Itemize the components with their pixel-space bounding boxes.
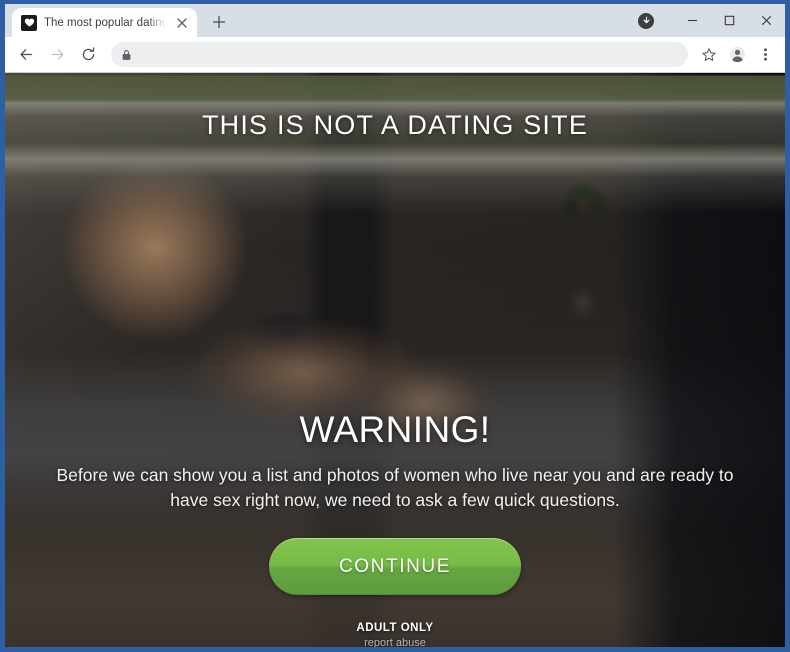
browser-window: The most popular dating site of t (0, 0, 790, 652)
page-footer: ADULT ONLY report abuse (356, 622, 433, 647)
back-arrow-icon[interactable] (12, 40, 41, 69)
window-controls (638, 4, 785, 37)
continue-button[interactable]: CONTINUE (269, 538, 521, 595)
page-viewport: THIS IS NOT A DATING SITE WARNING! Befor… (5, 73, 785, 647)
star-icon[interactable] (696, 42, 722, 68)
tab-strip: The most popular dating site of t (5, 4, 785, 37)
tab-title: The most popular dating site of t (44, 16, 166, 29)
maximize-icon[interactable] (711, 4, 748, 37)
download-circle-icon[interactable] (638, 12, 654, 29)
warning-title: WARNING! (299, 409, 491, 450)
address-bar[interactable] (111, 42, 688, 67)
lock-icon (121, 49, 132, 61)
page-headline: THIS IS NOT A DATING SITE (201, 110, 589, 140)
new-tab-button[interactable] (205, 8, 233, 36)
close-tab-icon[interactable] (173, 14, 191, 32)
close-icon[interactable] (748, 4, 785, 37)
forward-arrow-icon (43, 40, 72, 69)
browser-window-inner: The most popular dating site of t (5, 4, 785, 647)
warning-body-text: Before we can show you a list and photos… (56, 465, 734, 510)
browser-tab[interactable]: The most popular dating site of t (12, 8, 197, 37)
browser-toolbar (5, 37, 785, 73)
three-dot-menu-icon[interactable] (752, 42, 778, 68)
heart-favicon (21, 14, 37, 31)
report-abuse-link[interactable]: report abuse (356, 637, 433, 647)
adult-only-label: ADULT ONLY (356, 622, 434, 634)
reload-icon[interactable] (74, 40, 103, 69)
profile-avatar-icon[interactable] (724, 42, 750, 68)
minimize-icon[interactable] (674, 4, 711, 37)
page-content: THIS IS NOT A DATING SITE WARNING! Befor… (5, 73, 785, 647)
